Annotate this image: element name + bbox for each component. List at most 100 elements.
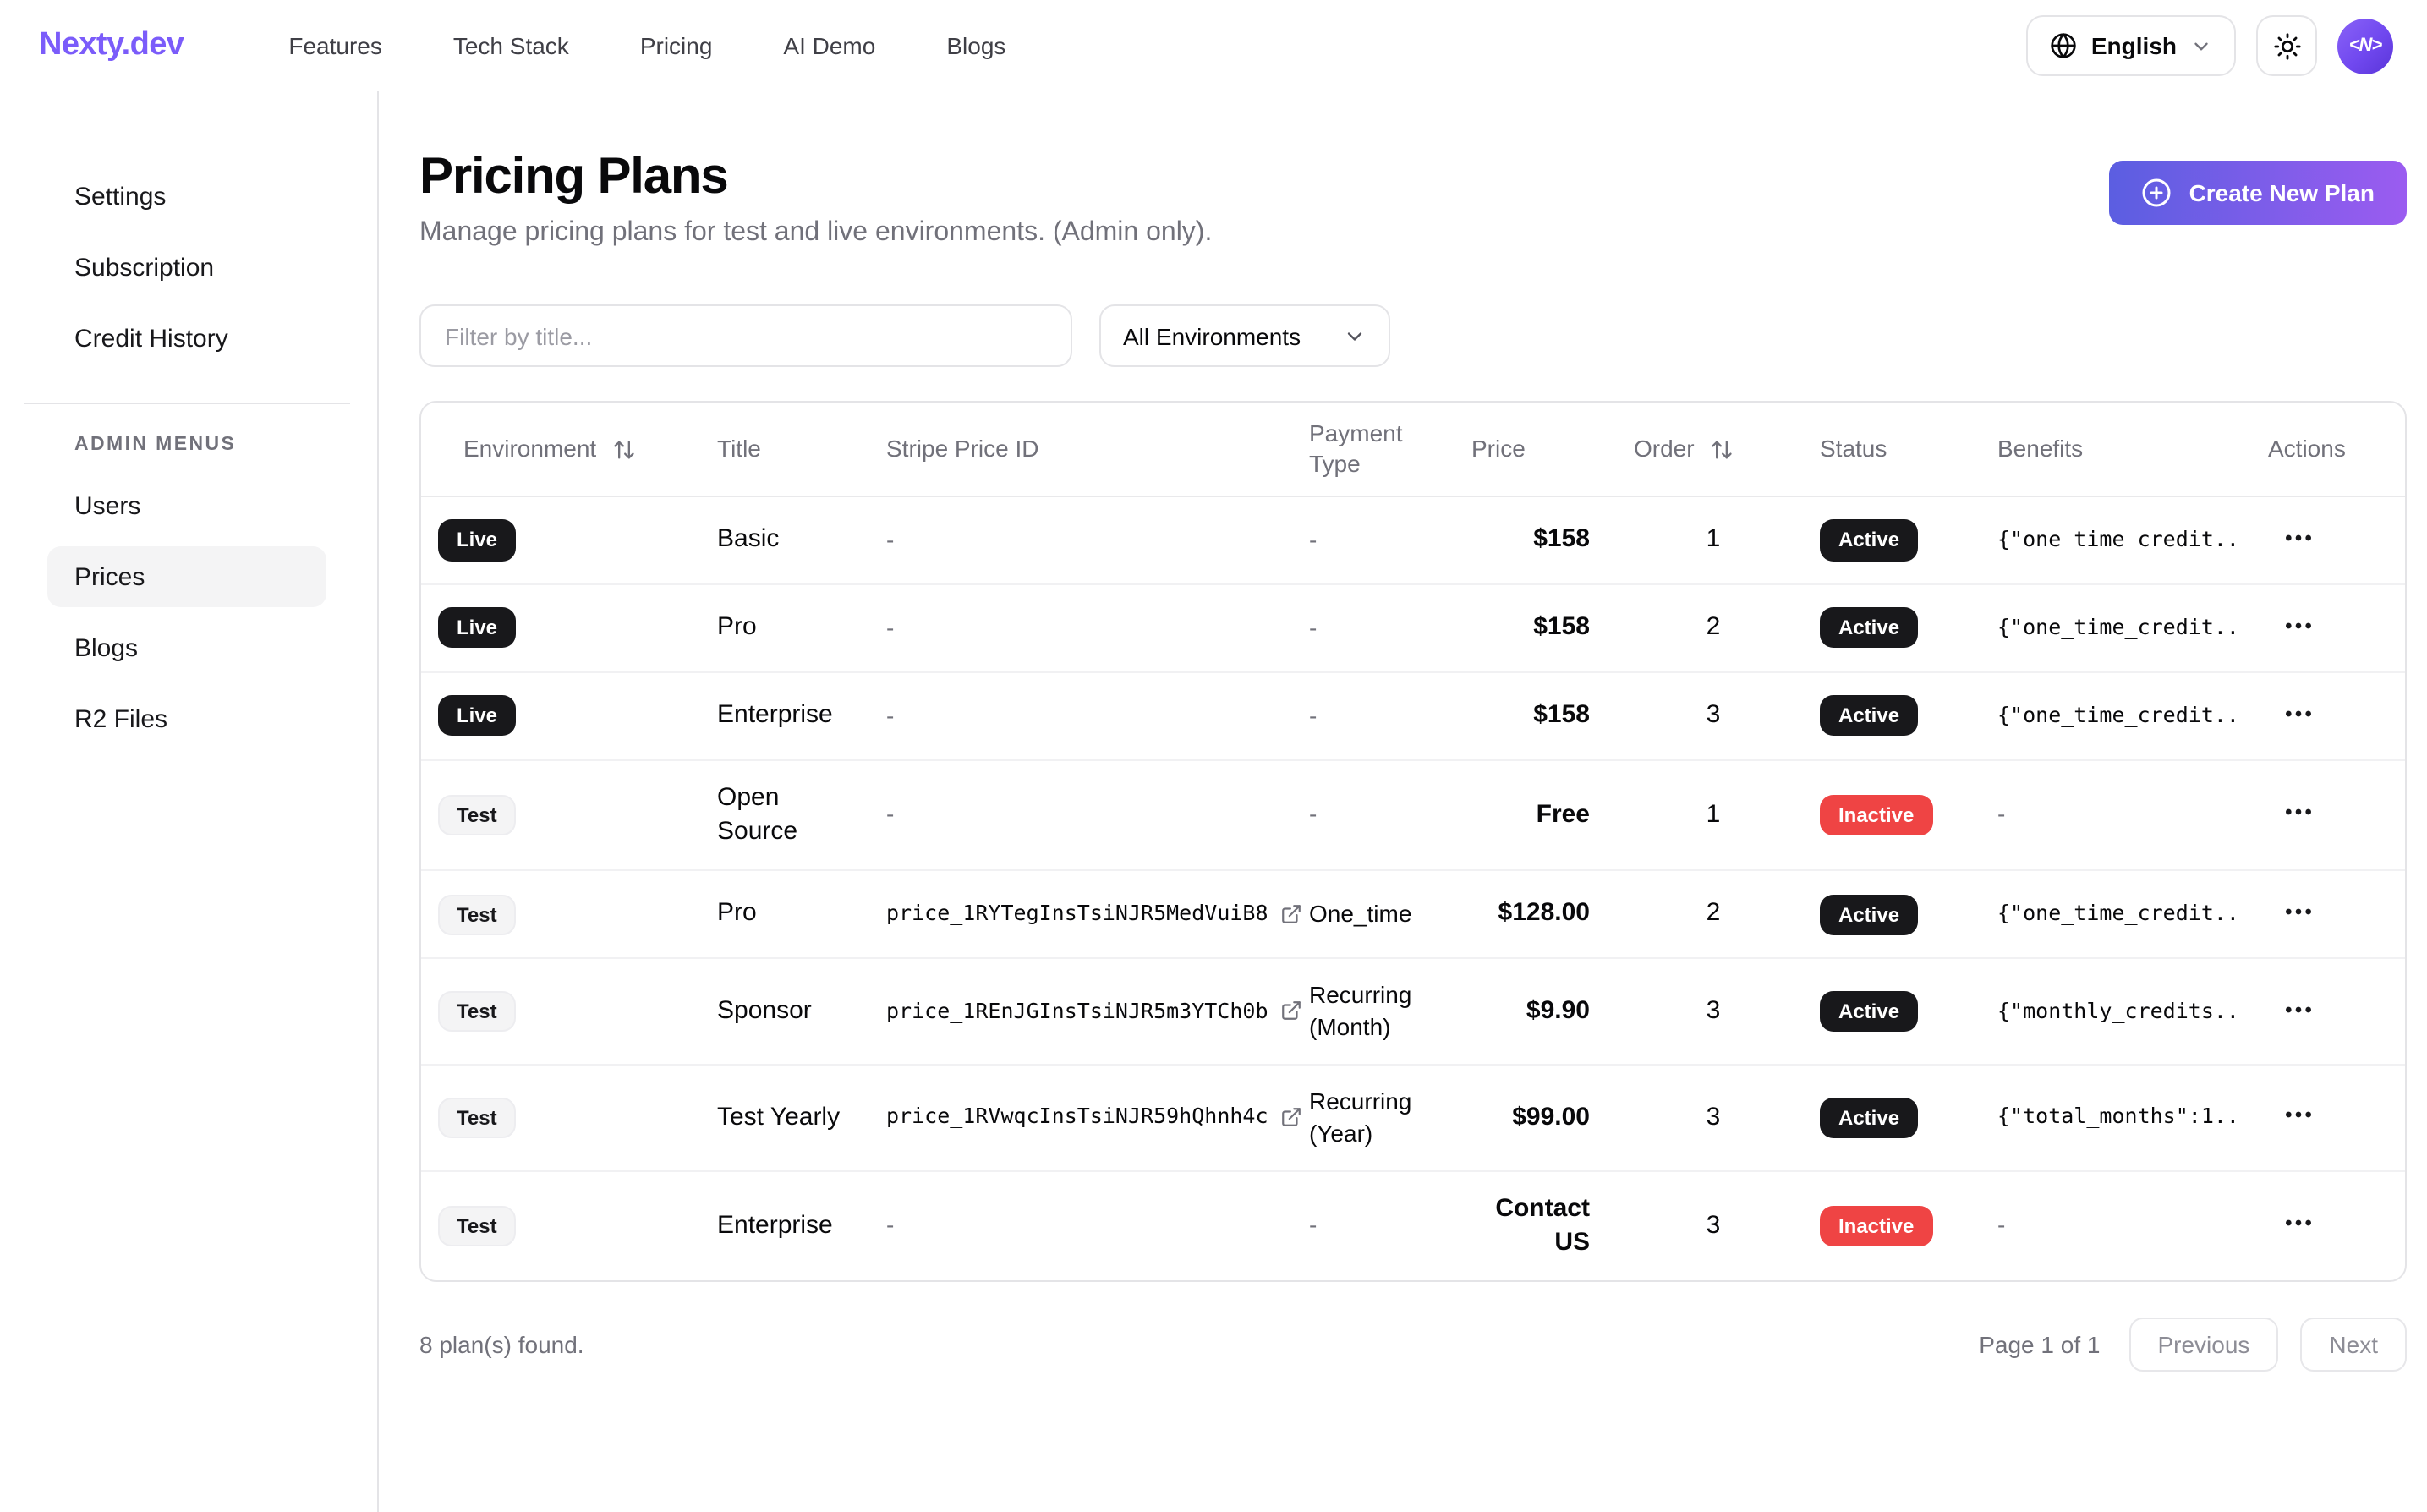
stripe-price-id: - xyxy=(886,700,894,732)
nav-item-features[interactable]: Features xyxy=(288,32,382,59)
nav-links: Features Tech Stack Pricing AI Demo Blog… xyxy=(288,32,1005,59)
more-actions-icon[interactable] xyxy=(2278,792,2319,833)
plus-circle-icon xyxy=(2142,178,2172,208)
plan-title: Enterprise xyxy=(704,1189,873,1264)
payment-type: Recurring (Month) xyxy=(1296,959,1458,1064)
more-actions-icon[interactable] xyxy=(2278,1095,2319,1136)
benefits: {"monthly_credits... xyxy=(1984,977,2238,1046)
nav-item-pricing[interactable]: Pricing xyxy=(640,32,713,59)
sidebar-item-prices[interactable]: Prices xyxy=(47,546,326,607)
plan-title: Test Yearly xyxy=(704,1080,873,1155)
payment-type: - xyxy=(1296,504,1458,577)
payment-type: One_time xyxy=(1296,878,1458,950)
benefits: {"one_time_credit... xyxy=(1984,879,2238,949)
price: $158 xyxy=(1458,678,1620,753)
table-row: Test Sponsor price_1REnJGInsTsiNJR5m3YTC… xyxy=(421,959,2405,1066)
payment-type: Recurring (Year) xyxy=(1296,1066,1458,1170)
status-badge: Active xyxy=(1820,520,1918,561)
environment-filter-value: All Environments xyxy=(1123,322,1301,349)
status-badge: Active xyxy=(1820,894,1918,934)
sidebar-item-credit-history[interactable]: Credit History xyxy=(47,308,326,369)
column-header-payment-type: Payment Type xyxy=(1296,403,1458,496)
nav-item-tech-stack[interactable]: Tech Stack xyxy=(453,32,569,59)
brand-logo[interactable]: Nexty.dev xyxy=(39,27,184,64)
column-header-order[interactable]: Order xyxy=(1620,418,1806,481)
column-header-environment[interactable]: Environment xyxy=(421,418,704,481)
plan-title: Pro xyxy=(704,590,873,666)
page-indicator: Page 1 of 1 xyxy=(1979,1331,2100,1358)
nav-item-ai-demo[interactable]: AI Demo xyxy=(783,32,875,59)
sidebar-item-users[interactable]: Users xyxy=(47,475,326,536)
plan-title: Pro xyxy=(704,877,873,952)
stripe-price-id: price_1RVwqcInsTsiNJR59hQhnh4c xyxy=(886,1104,1268,1132)
order: 3 xyxy=(1620,1080,1806,1155)
stripe-price-id: - xyxy=(886,612,894,644)
sidebar-item-settings[interactable]: Settings xyxy=(47,166,326,227)
price: $99.00 xyxy=(1458,1080,1620,1155)
environment-filter-select[interactable]: All Environments xyxy=(1099,304,1390,367)
sun-icon xyxy=(2272,31,2301,60)
table-row: Live Basic - - $158 1 Active {"one_time_… xyxy=(421,497,2405,585)
status-badge: Active xyxy=(1820,607,1918,648)
benefits: {"one_time_credit... xyxy=(1984,594,2238,663)
pagination: Page 1 of 1 Previous Next xyxy=(1979,1318,2407,1372)
environment-badge: Test xyxy=(438,1206,516,1246)
more-actions-icon[interactable] xyxy=(2278,989,2319,1029)
create-new-plan-button[interactable]: Create New Plan xyxy=(2110,161,2407,225)
environment-badge: Test xyxy=(438,894,516,934)
theme-toggle-button[interactable] xyxy=(2256,15,2317,76)
table-row: Test Test Yearly price_1RVwqcInsTsiNJR59… xyxy=(421,1066,2405,1172)
order: 1 xyxy=(1620,778,1806,853)
more-actions-icon[interactable] xyxy=(2278,1203,2319,1244)
order: 2 xyxy=(1620,877,1806,952)
next-page-button[interactable]: Next xyxy=(2300,1318,2407,1372)
benefits: {"one_time_credit... xyxy=(1984,506,2238,575)
plan-title: Enterprise xyxy=(704,678,873,753)
nav-item-blogs[interactable]: Blogs xyxy=(946,32,1005,59)
status-badge: Active xyxy=(1820,695,1918,736)
table-row: Test Enterprise - - Contact US 3 Inactiv… xyxy=(421,1171,2405,1280)
plan-title: Sponsor xyxy=(704,974,873,1049)
payment-type: - xyxy=(1296,779,1458,852)
order: 3 xyxy=(1620,974,1806,1049)
payment-type: - xyxy=(1296,1190,1458,1263)
environment-badge: Live xyxy=(438,607,516,648)
page-title: Pricing Plans xyxy=(419,149,1212,206)
price: Contact US xyxy=(1458,1171,1620,1280)
more-actions-icon[interactable] xyxy=(2278,891,2319,932)
sidebar-item-subscription[interactable]: Subscription xyxy=(47,237,326,298)
benefits: - xyxy=(1984,1190,2238,1263)
main-content: Pricing Plans Manage pricing plans for t… xyxy=(379,91,2427,1512)
sidebar-item-r2-files[interactable]: R2 Files xyxy=(47,688,326,749)
table-row: Live Pro - - $158 2 Active {"one_time_cr… xyxy=(421,585,2405,673)
benefits: {"one_time_credit... xyxy=(1984,682,2238,751)
user-avatar[interactable]: <N> xyxy=(2337,18,2393,74)
top-navigation: Nexty.dev Features Tech Stack Pricing AI… xyxy=(0,0,2427,91)
language-label: English xyxy=(2091,32,2177,59)
price: $158 xyxy=(1458,503,1620,578)
environment-badge: Live xyxy=(438,695,516,736)
more-actions-icon[interactable] xyxy=(2278,693,2319,734)
price: Free xyxy=(1458,778,1620,853)
sidebar-divider xyxy=(24,403,350,404)
environment-badge: Test xyxy=(438,991,516,1032)
table-row: Test Open Source - - Free 1 Inactive - xyxy=(421,760,2405,871)
plans-count-text: 8 plan(s) found. xyxy=(419,1331,584,1358)
previous-page-button[interactable]: Previous xyxy=(2128,1318,2278,1372)
sidebar-item-blogs[interactable]: Blogs xyxy=(47,617,326,678)
sidebar-section-label: ADMIN MENUS xyxy=(47,435,326,455)
column-header-price: Price xyxy=(1458,418,1620,481)
filter-by-title-input[interactable] xyxy=(419,304,1072,367)
status-badge: Active xyxy=(1820,991,1918,1032)
chevron-down-icon xyxy=(1343,324,1367,348)
benefits: {"total_months":1... xyxy=(1984,1083,2238,1153)
more-actions-icon[interactable] xyxy=(2278,605,2319,646)
table-body: Live Basic - - $158 1 Active {"one_time_… xyxy=(421,497,2405,1280)
plan-title: Open Source xyxy=(704,760,873,869)
language-selector-button[interactable]: English xyxy=(2027,15,2236,76)
more-actions-icon[interactable] xyxy=(2278,518,2319,558)
table-row: Live Enterprise - - $158 3 Active {"one_… xyxy=(421,673,2405,761)
stripe-price-id: price_1REnJGInsTsiNJR5m3YTCh0b xyxy=(886,997,1268,1026)
sidebar: Settings Subscription Credit History ADM… xyxy=(0,91,379,1512)
chevron-down-icon xyxy=(2190,35,2212,57)
